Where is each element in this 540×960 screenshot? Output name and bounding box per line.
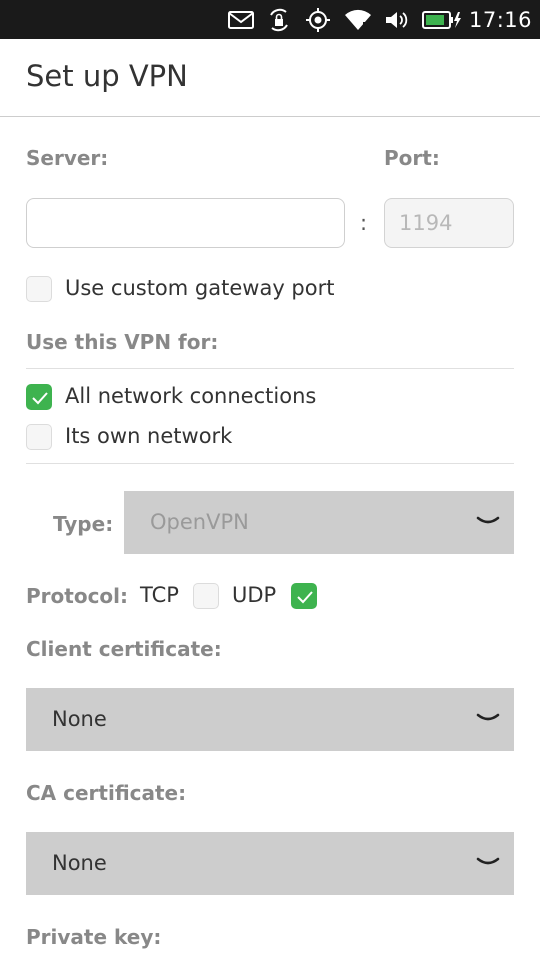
custom-gateway-label[interactable]: Use custom gateway port xyxy=(65,276,334,300)
ca-certificate-value: None xyxy=(52,851,107,875)
use-vpn-for-label: Use this VPN for: xyxy=(26,330,219,354)
checkmark-icon xyxy=(297,591,313,604)
volume-icon xyxy=(386,12,408,28)
port-label: Port: xyxy=(384,146,440,170)
wifi-icon xyxy=(345,9,371,30)
type-label: Type: xyxy=(53,512,114,536)
server-label: Server: xyxy=(26,146,109,170)
custom-gateway-checkbox[interactable] xyxy=(26,276,52,302)
port-separator: : xyxy=(360,211,368,235)
port-placeholder: 1194 xyxy=(399,211,453,235)
divider xyxy=(26,463,514,464)
own-network-checkbox[interactable] xyxy=(26,424,52,450)
all-connections-label[interactable]: All network connections xyxy=(65,384,316,408)
chevron-down-icon xyxy=(476,713,500,721)
client-certificate-label: Client certificate: xyxy=(26,637,222,661)
private-key-label: Private key: xyxy=(26,925,162,949)
own-network-label[interactable]: Its own network xyxy=(65,424,232,448)
rotation-lock-icon xyxy=(270,8,288,32)
battery-charging-icon xyxy=(422,11,461,29)
udp-checkbox[interactable] xyxy=(291,583,317,609)
ca-certificate-label: CA certificate: xyxy=(26,781,187,805)
server-input[interactable] xyxy=(26,198,345,248)
location-icon xyxy=(306,8,330,32)
divider xyxy=(26,368,514,369)
chevron-down-icon xyxy=(476,857,500,865)
type-value: OpenVPN xyxy=(150,510,249,534)
all-connections-checkbox[interactable] xyxy=(26,384,52,410)
client-certificate-dropdown[interactable]: None xyxy=(26,688,514,751)
page-header: Set up VPN xyxy=(0,39,540,117)
mail-icon xyxy=(228,11,254,29)
ca-certificate-dropdown[interactable]: None xyxy=(26,832,514,895)
type-dropdown[interactable]: OpenVPN xyxy=(124,491,514,554)
udp-label[interactable]: UDP xyxy=(232,583,276,607)
chevron-down-icon xyxy=(476,516,500,524)
status-bar: 17:16 xyxy=(0,0,540,39)
tcp-label[interactable]: TCP xyxy=(140,583,179,607)
client-certificate-value: None xyxy=(52,707,107,731)
checkmark-icon xyxy=(32,392,48,405)
tcp-checkbox[interactable] xyxy=(193,583,219,609)
page-title: Set up VPN xyxy=(26,59,188,93)
protocol-label: Protocol: xyxy=(26,584,129,608)
status-time: 17:16 xyxy=(468,8,532,32)
port-input[interactable]: 1194 xyxy=(384,198,514,248)
